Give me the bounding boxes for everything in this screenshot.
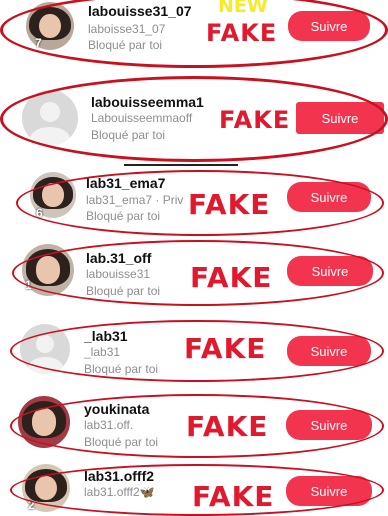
display-name: laboisse31_07: [88, 22, 166, 36]
avatar[interactable]: [20, 324, 70, 374]
blocked-status: Bloqué par toi: [84, 362, 159, 376]
display-name: labouisse31: [86, 267, 151, 281]
list-item[interactable]: _lab31 _lab31 Bloqué par toi FAKE Suivre: [0, 314, 388, 386]
blocked-status: Bloqué par toi: [88, 38, 163, 52]
avatar[interactable]: [26, 2, 74, 50]
follow-button[interactable]: Suivre: [296, 102, 384, 134]
list-item[interactable]: youkinata lab31.off. Bloqué par toi FAKE…: [0, 390, 388, 460]
follow-button[interactable]: Suivre: [287, 336, 371, 366]
username[interactable]: labouisseemma1: [91, 94, 204, 110]
fake-annotation: FAKE: [188, 188, 271, 221]
blocked-status: Bloqué par toi: [84, 435, 159, 449]
fake-annotation: FAKE: [190, 261, 273, 294]
display-name: lab31_ema7 · Priv: [86, 193, 184, 207]
blocked-status: Bloqué par toi: [86, 209, 161, 223]
list-item[interactable]: 2 lab31.offf2 lab31.offf2🦋 FAKE Suivre: [0, 460, 388, 516]
follow-button[interactable]: Suivre: [286, 410, 372, 440]
blocked-status: Bloqué par toi: [91, 128, 166, 142]
photo-count-badge: 6: [36, 206, 43, 220]
username[interactable]: lab31_ema7: [86, 175, 165, 191]
avatar[interactable]: [18, 396, 70, 448]
follow-button[interactable]: Suivre: [286, 476, 372, 506]
new-annotation: NEW: [218, 0, 268, 17]
username[interactable]: youkinata: [84, 401, 149, 417]
list-item[interactable]: labouisseemma1 Labouisseemmaoff Bloqué p…: [0, 80, 388, 160]
display-name: _lab31: [84, 345, 121, 359]
blocked-status: Bloqué par toi: [86, 284, 161, 298]
photo-count-badge: 1: [25, 278, 32, 292]
fake-annotation: FAKE: [186, 410, 269, 443]
photo-count-badge: 7: [35, 36, 42, 50]
fake-annotation: FAKE: [219, 106, 291, 134]
follow-button[interactable]: Suivre: [287, 256, 373, 286]
avatar[interactable]: [22, 90, 78, 146]
display-name: lab31.off.: [84, 418, 134, 432]
list-item[interactable]: 1 lab.31_off labouisse31 Bloqué par toi …: [0, 238, 388, 310]
fake-annotation: FAKE: [184, 332, 267, 365]
fake-annotation: FAKE: [192, 480, 275, 513]
photo-count-badge: 2: [28, 498, 35, 512]
display-name: Labouisseemmaoff: [91, 111, 193, 125]
username[interactable]: lab.31_off: [86, 250, 151, 266]
follow-button[interactable]: Suivre: [288, 11, 370, 41]
list-item[interactable]: 7 labouisse31_07 laboisse31_07 Bloqué pa…: [0, 0, 388, 68]
display-name: lab31.offf2🦋: [84, 485, 155, 499]
username[interactable]: labouisse31_07: [88, 3, 192, 19]
username[interactable]: lab31.offf2: [84, 468, 154, 484]
fake-annotation: FAKE: [206, 19, 278, 47]
list-item[interactable]: 6 lab31_ema7 lab31_ema7 · Priv Bloqué pa…: [0, 168, 388, 234]
divider: [124, 164, 238, 166]
username[interactable]: _lab31: [84, 328, 128, 344]
follow-button[interactable]: Suivre: [287, 182, 371, 212]
